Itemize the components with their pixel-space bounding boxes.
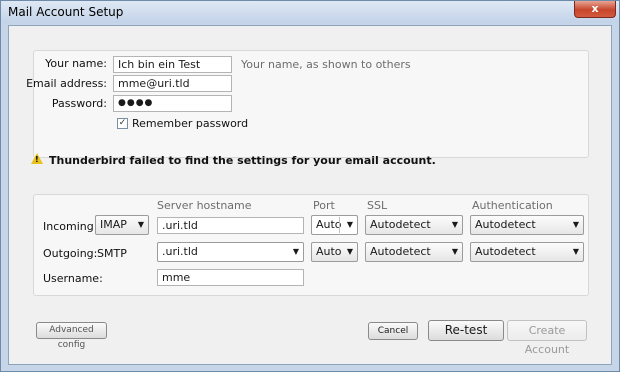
remember-password-checkbox[interactable]: ✓ bbox=[117, 118, 128, 129]
outgoing-port-select[interactable]: Auto ▼ bbox=[311, 242, 358, 262]
cancel-button[interactable]: Cancel bbox=[368, 322, 418, 340]
close-button[interactable]: x bbox=[574, 1, 616, 18]
chevron-down-icon: ▼ bbox=[292, 247, 299, 256]
chevron-down-icon: ▼ bbox=[451, 220, 458, 229]
dialog-body: Your name: Ich bin ein Test Your name, a… bbox=[8, 25, 612, 365]
title-bar[interactable]: Mail Account Setup x bbox=[1, 1, 619, 23]
outgoing-ssl-select[interactable]: Autodetect ▼ bbox=[365, 242, 463, 262]
chevron-down-icon: ▼ bbox=[572, 220, 579, 229]
email-address-input[interactable]: mme@uri.tld bbox=[113, 75, 232, 92]
warning-icon: ! bbox=[31, 153, 43, 164]
outgoing-protocol: SMTP bbox=[97, 247, 127, 260]
chevron-down-icon: ▼ bbox=[451, 247, 458, 256]
warning-message: Thunderbird failed to find the settings … bbox=[49, 154, 436, 167]
advanced-config-button[interactable]: Advanced config bbox=[36, 322, 107, 350]
outgoing-authentication-select[interactable]: Autodetect ▼ bbox=[470, 242, 584, 262]
outgoing-hostname-value: .uri.tld bbox=[162, 245, 198, 258]
mail-account-setup-window: Mail Account Setup x Your name: Ich bin … bbox=[0, 0, 620, 372]
retest-button[interactable]: Re-test bbox=[428, 320, 504, 341]
close-icon: x bbox=[591, 2, 599, 15]
incoming-protocol-value: IMAP bbox=[100, 218, 127, 231]
outgoing-port-value: Auto bbox=[316, 245, 342, 258]
outgoing-authentication-value: Autodetect bbox=[475, 245, 536, 258]
window-title: Mail Account Setup bbox=[8, 5, 124, 19]
your-name-hint: Your name, as shown to others bbox=[241, 58, 411, 71]
your-name-label: Your name: bbox=[45, 57, 107, 70]
chevron-down-icon: ▼ bbox=[572, 247, 579, 256]
chevron-down-icon: ▼ bbox=[346, 247, 353, 256]
outgoing-ssl-value: Autodetect bbox=[370, 245, 431, 258]
incoming-ssl-select[interactable]: Autodetect ▼ bbox=[365, 215, 463, 235]
chevron-down-icon: ▼ bbox=[137, 220, 144, 229]
username-label: Username: bbox=[43, 272, 103, 285]
column-header-port: Port bbox=[313, 199, 335, 212]
column-header-server-hostname: Server hostname bbox=[157, 199, 252, 212]
column-header-ssl: SSL bbox=[367, 199, 388, 212]
outgoing-hostname-combo[interactable]: .uri.tld ▼ bbox=[157, 242, 304, 262]
incoming-label: Incoming: bbox=[43, 220, 98, 233]
incoming-ssl-value: Autodetect bbox=[370, 218, 431, 231]
outgoing-label: Outgoing: bbox=[43, 247, 98, 260]
your-name-input[interactable]: Ich bin ein Test bbox=[113, 56, 232, 73]
chevron-down-icon: ▼ bbox=[346, 220, 353, 229]
incoming-hostname-input[interactable]: .uri.tld bbox=[157, 217, 304, 234]
incoming-authentication-select[interactable]: Autodetect ▼ bbox=[470, 215, 584, 235]
combo-divider bbox=[339, 217, 340, 233]
username-input[interactable]: mme bbox=[157, 269, 304, 286]
remember-password-label[interactable]: Remember password bbox=[132, 117, 248, 130]
create-account-button[interactable]: Create Account bbox=[507, 320, 587, 356]
incoming-authentication-value: Autodetect bbox=[475, 218, 536, 231]
incoming-protocol-select[interactable]: IMAP ▼ bbox=[95, 215, 149, 235]
incoming-port-value: Auto bbox=[316, 218, 342, 231]
email-address-label: Email address: bbox=[26, 77, 107, 90]
password-input[interactable]: ●●●● bbox=[113, 95, 232, 112]
password-label: Password: bbox=[51, 97, 107, 110]
incoming-port-combo[interactable]: Auto ▼ bbox=[311, 215, 358, 235]
column-header-authentication: Authentication bbox=[472, 199, 553, 212]
